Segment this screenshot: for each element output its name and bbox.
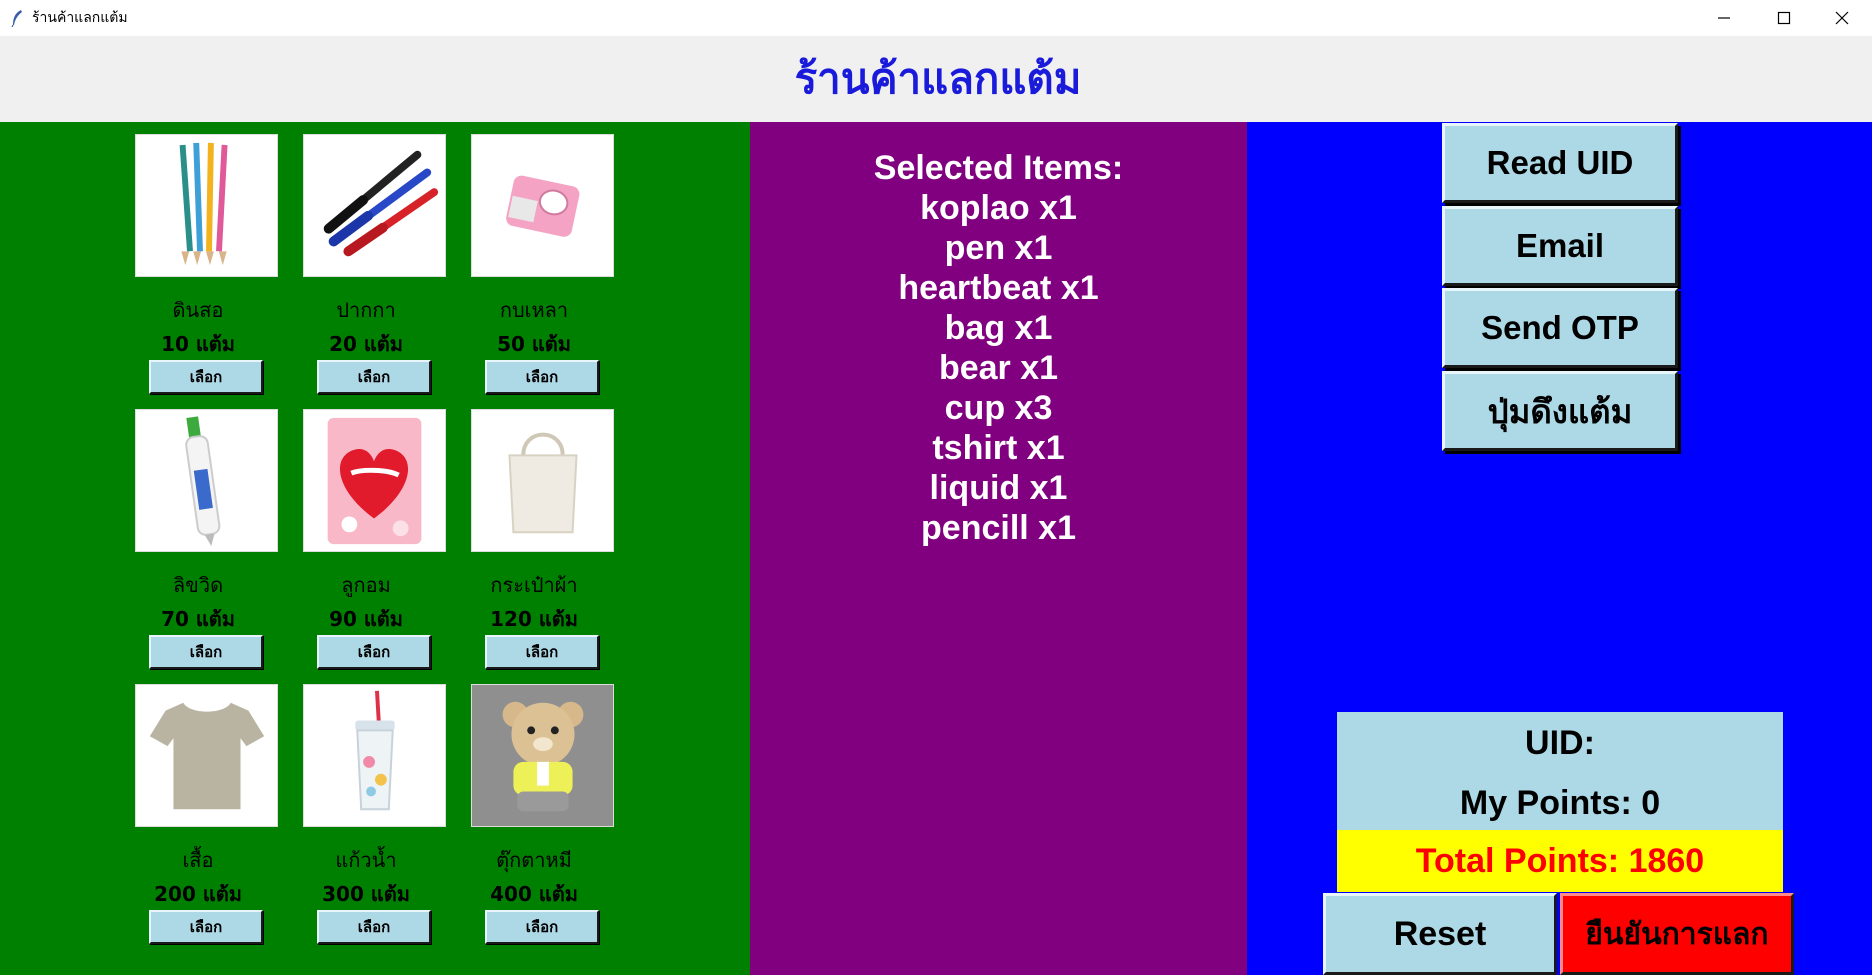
selected-item: pen x1 [944,229,1053,267]
product-price: 90 แต้ม [329,607,403,631]
tote-bag-image [471,409,614,552]
product-card: เสื้อ 200 แต้ม เลือก [114,672,282,944]
select-tumbler-button[interactable]: เลือก [317,910,431,944]
selected-item: bear x1 [938,349,1059,387]
product-price: 10 แต้ม [161,332,235,356]
candy-bag-image [303,409,446,552]
select-tote-bag-button[interactable]: เลือก [485,635,599,669]
selected-item: liquid x1 [929,469,1068,507]
product-price: 70 แต้ม [161,607,235,631]
product-price: 400 แต้ม [490,882,578,906]
email-button[interactable]: Email [1442,206,1678,286]
pull-points-button[interactable]: ปุ่มดึงแต้ม [1442,371,1678,451]
product-name: กบเหลา [499,298,569,322]
correction-pen-image [135,409,278,552]
select-tshirt-button[interactable]: เลือก [149,910,263,944]
product-name: แก้วน้ำ [335,848,397,872]
product-name: ดินสอ [172,298,224,322]
window-title: ร้านค้าแลกแต้ม [32,10,128,26]
selected-item: heartbeat x1 [898,269,1099,307]
product-card: ตุ๊กตาหมี 400 แต้ม เลือก [450,672,618,944]
selected-items-heading: Selected Items: [873,149,1124,187]
selected-items-list: Selected Items: koplao x1 pen x1 heartbe… [750,148,1247,548]
close-icon [1835,11,1849,25]
page-title: ร้านค้าแลกแต้ม [794,54,1082,103]
confirm-exchange-button[interactable]: ยืนยันการแลก [1560,893,1794,975]
product-card: ลูกอม 90 แต้ม เลือก [282,397,450,669]
select-pencil-button[interactable]: เลือก [149,360,263,394]
select-pen-button[interactable]: เลือก [317,360,431,394]
pens-image [303,134,446,277]
maximize-icon [1777,11,1791,25]
product-price: 120 แต้ม [490,607,578,631]
app-header: ร้านค้าแลกแต้ม [0,36,1872,122]
product-card: ปากกา 20 แต้ม เลือก [282,122,450,394]
product-name: ลูกอม [341,573,391,597]
minimize-icon [1718,17,1730,19]
selected-item: pencill x1 [921,509,1076,547]
product-name: ปากกา [336,298,396,322]
total-points-label: Total Points: 1860 [1337,830,1783,892]
tshirt-image [135,684,278,827]
product-card: ดินสอ 10 แต้ม เลือก [114,122,282,394]
feather-icon [11,10,22,27]
product-name: เสื้อ [182,848,214,872]
my-points-label: My Points: 0 [1459,784,1661,822]
read-uid-button[interactable]: Read UID [1442,123,1678,203]
select-candy-button[interactable]: เลือก [317,635,431,669]
product-name: กระเป๋าผ้า [490,573,578,597]
product-price: 300 แต้ม [322,882,410,906]
select-teddy-bear-button[interactable]: เลือก [485,910,599,944]
sharpener-image [471,134,614,277]
account-info-box: UID: My Points: 0 [1337,712,1783,830]
select-correction-pen-button[interactable]: เลือก [149,635,263,669]
select-sharpener-button[interactable]: เลือก [485,360,599,394]
reset-button[interactable]: Reset [1323,893,1557,975]
close-button[interactable] [1814,0,1870,36]
product-name: ลิขวิด [172,573,224,597]
product-card: กบเหลา 50 แต้ม เลือก [450,122,618,394]
teddy-bear-image [471,684,614,827]
selected-item: koplao x1 [920,189,1077,227]
product-name: ตุ๊กตาหมี [496,848,572,872]
product-price: 200 แต้ม [154,882,242,906]
selected-item: bag x1 [944,309,1053,347]
pencils-image [135,134,278,277]
minimize-button[interactable] [1696,0,1752,36]
product-price: 20 แต้ม [329,332,403,356]
send-otp-button[interactable]: Send OTP [1442,288,1678,368]
tumbler-image [303,684,446,827]
window-titlebar: ร้านค้าแลกแต้ม [0,0,1872,36]
product-card: แก้วน้ำ 300 แต้ม เลือก [282,672,450,944]
selected-item: cup x3 [944,389,1053,427]
selected-item: tshirt x1 [932,429,1065,467]
product-card: ลิขวิด 70 แต้ม เลือก [114,397,282,669]
product-card: กระเป๋าผ้า 120 แต้ม เลือก [450,397,618,669]
maximize-button[interactable] [1756,0,1812,36]
product-price: 50 แต้ม [497,332,571,356]
uid-label: UID: [1525,724,1595,762]
